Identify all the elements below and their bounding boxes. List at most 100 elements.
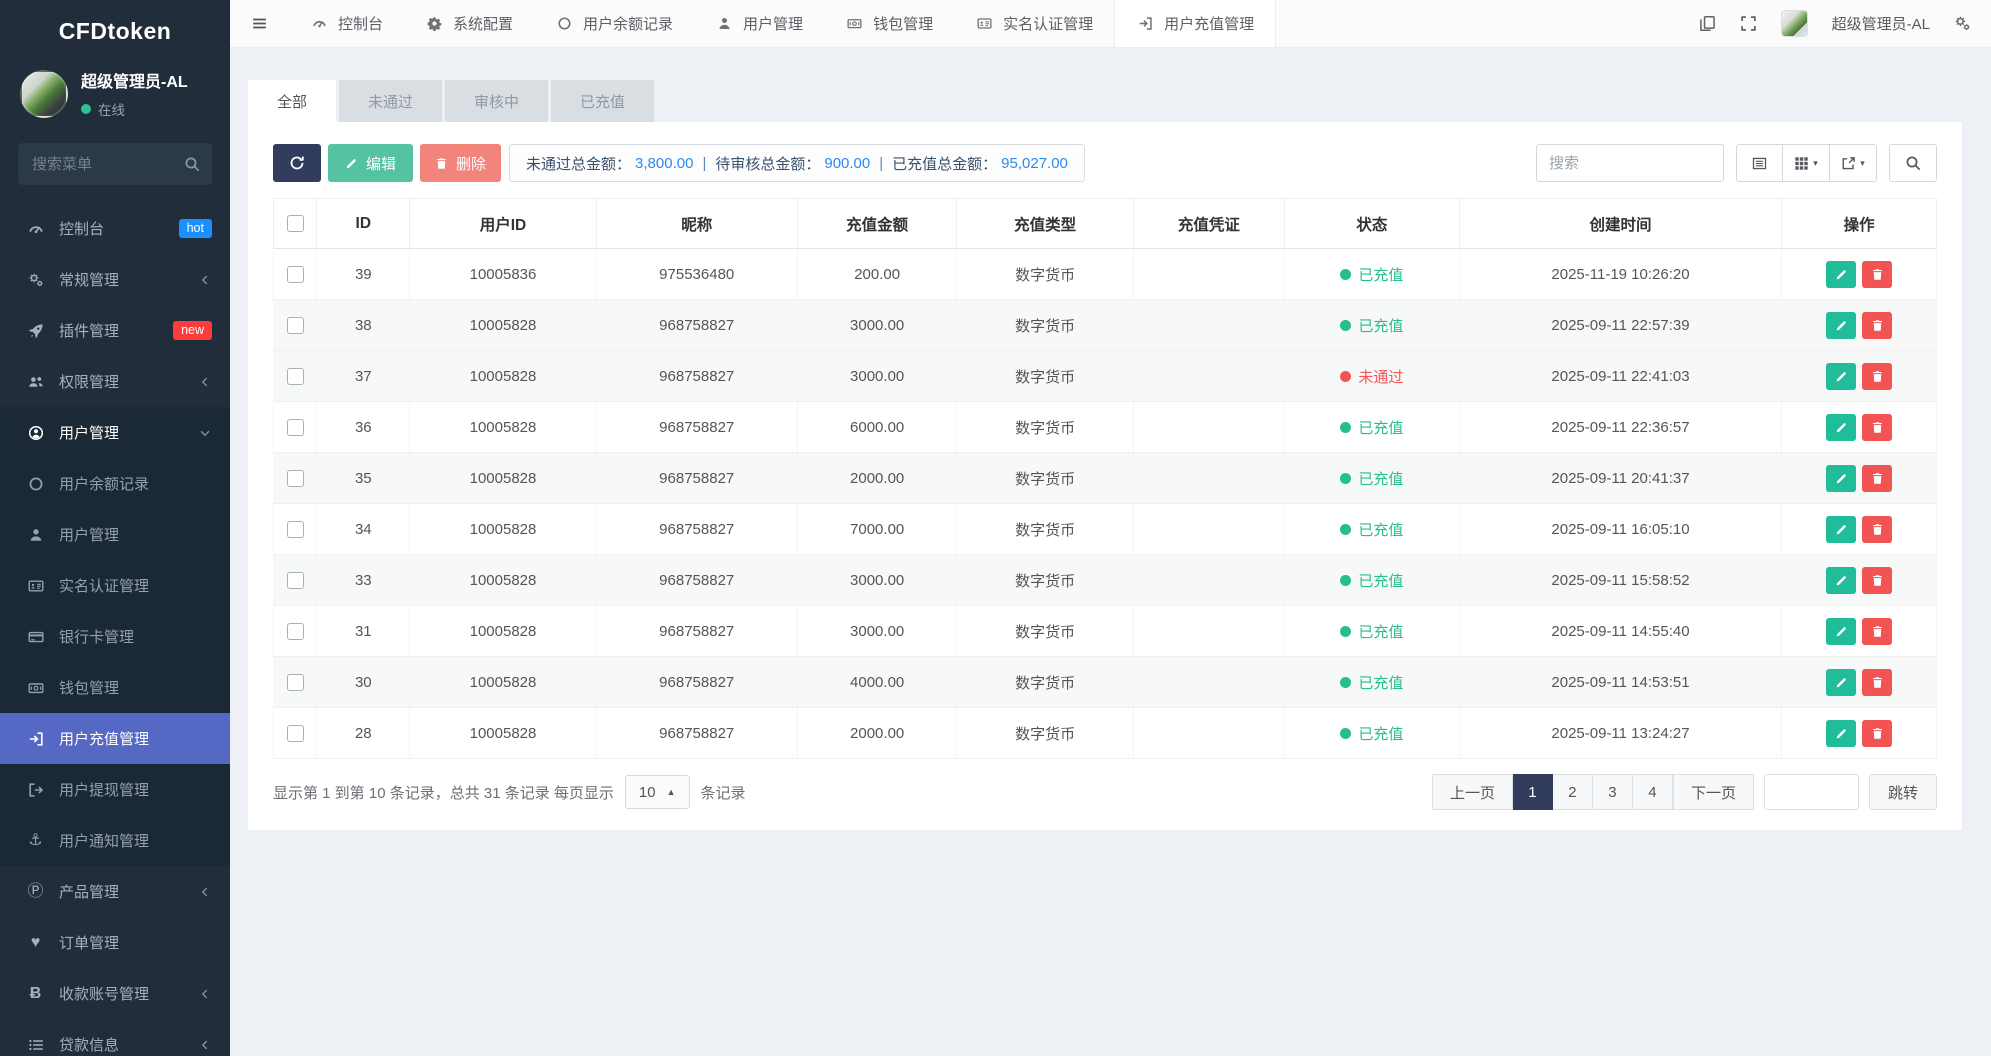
sidebar-subitem[interactable]: 钱包管理 [0,662,230,713]
sidebar-subitem[interactable]: 银行卡管理 [0,611,230,662]
row-delete-button[interactable] [1862,567,1892,594]
page-button[interactable]: 4 [1633,774,1673,810]
sidebar-item[interactable]: 权限管理 [0,356,230,407]
sidebar-search-input[interactable] [18,143,212,185]
cell-id: 36 [317,402,410,453]
avatar[interactable] [1781,10,1808,37]
sidebar-item[interactable]: Ƀ收款账号管理 [0,968,230,1019]
jump-button[interactable]: 跳转 [1869,774,1937,810]
row-edit-button[interactable] [1826,261,1856,288]
row-delete-button[interactable] [1862,720,1892,747]
page-size-select[interactable]: 10 ▲ [625,775,690,809]
topnav-tab[interactable]: 用户充值管理 [1114,0,1276,47]
sidebar-item[interactable]: 插件管理new [0,305,230,356]
topnav-tab[interactable]: 实名认证管理 [954,0,1114,47]
brand-logo[interactable]: CFDtoken [0,0,230,62]
detail-view-button[interactable] [1736,144,1783,182]
filter-tab[interactable]: 全部 [248,80,336,122]
table-search-input[interactable] [1536,144,1724,182]
page-button[interactable]: 1 [1513,774,1553,810]
row-checkbox[interactable] [287,623,304,640]
hamburger-icon[interactable] [230,0,289,47]
cell-voucher [1133,606,1284,657]
export-button[interactable]: ▾ [1830,144,1877,182]
refresh-button[interactable] [273,144,321,182]
sidebar-open-group: 用户管理用户余额记录用户管理实名认证管理银行卡管理钱包管理用户充值管理用户提现管… [0,407,230,866]
search-button[interactable] [1889,144,1937,182]
topnav-tab[interactable]: 钱包管理 [824,0,954,47]
row-edit-button[interactable] [1826,669,1856,696]
row-checkbox[interactable] [287,368,304,385]
row-edit-button[interactable] [1826,363,1856,390]
page-button[interactable]: 3 [1593,774,1633,810]
filter-tab[interactable]: 未通过 [339,80,442,122]
sidebar-subitem[interactable]: 实名认证管理 [0,560,230,611]
fullscreen-icon[interactable] [1740,15,1757,32]
row-edit-button[interactable] [1826,516,1856,543]
sidebar-item[interactable]: 控制台hot [0,203,230,254]
row-checkbox[interactable] [287,419,304,436]
sidebar-subitem[interactable]: 用户提现管理 [0,764,230,815]
pencil-icon [1835,523,1848,536]
page-button[interactable]: 2 [1553,774,1593,810]
sidebar-item[interactable]: 贷款信息 [0,1019,230,1056]
copy-icon[interactable] [1699,15,1716,32]
topnav-tab-label: 用户余额记录 [583,13,673,34]
cogs-icon[interactable] [1954,15,1971,32]
row-delete-button[interactable] [1862,669,1892,696]
row-checkbox[interactable] [287,470,304,487]
sidebar-item[interactable]: 常规管理 [0,254,230,305]
topnav-tab[interactable]: 用户余额记录 [534,0,694,47]
topnav-tab[interactable]: 系统配置 [404,0,534,47]
row-delete-button[interactable] [1862,261,1892,288]
sidebar: CFDtoken 超级管理员-AL 在线 控制台hot常规管理插件管理new权限… [0,0,230,1056]
edit-button[interactable]: 编辑 [328,144,413,182]
sidebar-subitem[interactable]: 用户充值管理 [0,713,230,764]
cell-type: 数字货币 [957,555,1133,606]
row-edit-button[interactable] [1826,465,1856,492]
topnav-tab[interactable]: 控制台 [289,0,404,47]
next-page-button[interactable]: 下一页 [1673,774,1754,810]
cell-status: 已充值 [1285,402,1460,453]
columns-button[interactable]: ▾ [1783,144,1830,182]
sidebar-subitem-label: 用户余额记录 [59,473,212,494]
row-delete-button[interactable] [1862,312,1892,339]
page-jump-input[interactable] [1764,774,1859,810]
select-all-checkbox[interactable] [287,215,304,232]
topnav-tab[interactable]: 用户管理 [694,0,824,47]
summary-value: 3,800.00 [635,155,693,172]
row-checkbox[interactable] [287,266,304,283]
sidebar-item-label: 贷款信息 [59,1034,184,1055]
row-edit-button[interactable] [1826,618,1856,645]
row-edit-button[interactable] [1826,567,1856,594]
sidebar-subitem[interactable]: ⚓用户通知管理 [0,815,230,866]
bank-card-icon [26,629,45,645]
row-checkbox[interactable] [287,725,304,742]
prev-page-button[interactable]: 上一页 [1432,774,1513,810]
sidebar-subitem[interactable]: 用户管理 [0,509,230,560]
status-badge: 已充值 [1340,672,1403,693]
sidebar-item[interactable]: Ⓟ产品管理 [0,866,230,917]
sidebar-item[interactable]: 用户管理 [0,407,230,458]
row-checkbox[interactable] [287,572,304,589]
row-delete-button[interactable] [1862,414,1892,441]
row-checkbox[interactable] [287,674,304,691]
filter-tab[interactable]: 已充值 [551,80,654,122]
row-edit-button[interactable] [1826,312,1856,339]
delete-button[interactable]: 删除 [420,144,501,182]
row-edit-button[interactable] [1826,414,1856,441]
row-delete-button[interactable] [1862,465,1892,492]
row-delete-button[interactable] [1862,363,1892,390]
sidebar-subitem[interactable]: 用户余额记录 [0,458,230,509]
sidebar-item[interactable]: ♥订单管理 [0,917,230,968]
row-delete-button[interactable] [1862,618,1892,645]
row-checkbox[interactable] [287,317,304,334]
table-view-buttons: ▾ ▾ [1736,144,1877,182]
cell-checkbox [274,606,317,657]
cell-actions [1782,402,1937,453]
row-edit-button[interactable] [1826,720,1856,747]
row-checkbox[interactable] [287,521,304,538]
row-delete-button[interactable] [1862,516,1892,543]
filter-tab[interactable]: 审核中 [445,80,548,122]
cell-type: 数字货币 [957,453,1133,504]
